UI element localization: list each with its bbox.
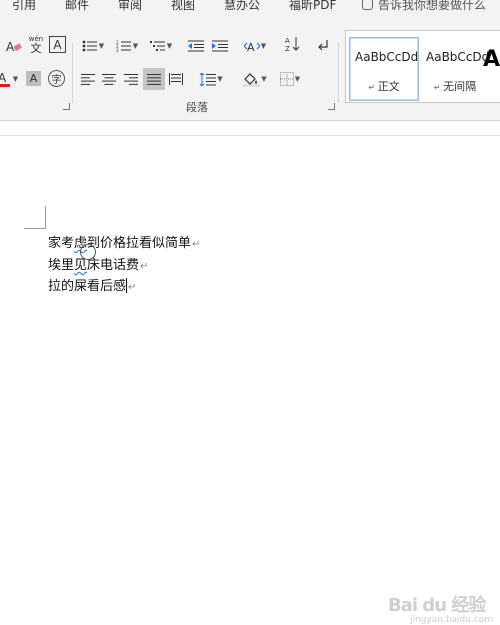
tab-review[interactable]: 审阅 [118, 0, 142, 13]
increase-indent-button[interactable] [210, 37, 230, 55]
chevron-down-icon: ▼ [260, 42, 267, 50]
font-dialog-launcher-icon[interactable] [63, 103, 70, 110]
chevron-down-icon: ▼ [12, 75, 19, 83]
phonetic-guide-button[interactable]: wén 文 [26, 35, 46, 55]
align-left-icon [81, 73, 95, 85]
svg-text:A: A [247, 41, 255, 53]
increase-indent-icon [212, 40, 228, 52]
justify-button[interactable] [143, 68, 165, 90]
tab-huibangong[interactable]: 慧办公 [224, 0, 260, 13]
document-page[interactable]: 家考虑到价格拉看似简单↵ 埃里见床电话费↵ 拉的屎看后感 ↵ Bai du 经验 j… [0, 136, 500, 625]
chinese-layout-button[interactable]: A ▼ [241, 37, 269, 55]
chevron-down-icon: ▼ [294, 75, 301, 83]
style-no-spacing[interactable]: AaBbCcDd ↵ 无间隔 [420, 37, 490, 101]
line-spacing-button[interactable]: ▼ [196, 70, 226, 88]
decrease-indent-icon [188, 40, 204, 52]
multilevel-list-icon [149, 41, 165, 51]
character-shading-button[interactable]: A [26, 71, 41, 86]
tell-me-search[interactable]: 告诉我你想要做什么 [362, 0, 486, 13]
tab-references[interactable]: 引用 [12, 0, 36, 13]
chevron-down-icon: ▼ [132, 42, 139, 50]
style-name: ↵ 无间隔 [433, 80, 477, 93]
shading-button[interactable]: ▼ [240, 70, 270, 88]
chevron-down-icon: ▼ [166, 42, 173, 50]
show-formatting-marks-button[interactable] [314, 37, 332, 55]
phonetic-char: 文 [30, 42, 42, 55]
numbering-icon: 1 2 3 [116, 40, 131, 52]
document-line-1[interactable]: 家考虑到价格拉看似简单↵ [48, 232, 200, 251]
font-color-button[interactable]: A ▼ [0, 70, 20, 88]
spelling-squiggle: 见 [74, 258, 88, 273]
tab-mailings[interactable]: 邮件 [65, 0, 89, 13]
font-color-icon: A [0, 71, 10, 87]
align-right-button[interactable] [122, 70, 140, 88]
paragraph-mark: ↵ [128, 282, 137, 293]
ribbon: A wén 文 A A ▼ A 字 ▼ 1 2 3 ▼ ▼ A ▼ A Z ▼ … [0, 15, 500, 121]
chevron-down-icon: ▼ [98, 42, 105, 50]
decrease-indent-button[interactable] [186, 37, 206, 55]
chevron-down-icon: ▼ [261, 75, 267, 83]
svg-text:A: A [0, 71, 7, 85]
style-sample: AaBbCcDd [426, 50, 490, 64]
borders-icon [279, 72, 294, 86]
chinese-layout-icon: A [243, 41, 260, 53]
mouse-cursor-icon [80, 244, 96, 260]
borders-button[interactable]: ▼ [275, 70, 305, 88]
clear-formatting-button[interactable]: A [4, 37, 24, 55]
bullets-button[interactable]: ▼ [79, 37, 107, 55]
tab-foxit-pdf[interactable]: 福昕PDF [289, 0, 336, 13]
character-border-button[interactable]: A [49, 36, 66, 53]
line-spacing-icon [199, 72, 217, 86]
ribbon-tabs: 引用 邮件 审阅 视图 慧办公 福昕PDF 告诉我你想要做什么 [0, 0, 500, 15]
document-line-3[interactable]: 拉的屎看后感 ↵ [48, 275, 136, 294]
sort-button[interactable]: A Z [284, 35, 302, 53]
style-heading-preview[interactable]: A [483, 47, 500, 72]
svg-text:Z: Z [285, 45, 290, 52]
numbering-button[interactable]: 1 2 3 ▼ [113, 37, 141, 55]
align-left-button[interactable] [79, 70, 97, 88]
group-divider [72, 43, 73, 103]
paragraph-mark: ↵ [140, 261, 149, 272]
document-line-2[interactable]: 埃里见床电话费↵ [48, 254, 148, 273]
text-cursor [126, 278, 128, 293]
lightbulb-icon [362, 0, 373, 10]
return-arrow-icon [318, 40, 328, 51]
distributed-button[interactable] [167, 70, 185, 88]
bullets-icon [82, 40, 97, 52]
chevron-down-icon: ▼ [217, 75, 223, 83]
align-center-icon [102, 73, 116, 85]
margin-corner-mark [24, 228, 46, 229]
svg-text:3: 3 [116, 48, 119, 52]
enclose-characters-button[interactable]: 字 [48, 70, 65, 87]
svg-text:A: A [6, 40, 15, 53]
styles-gallery: AaBbCcDd ↵ 正文 AaBbCcDd ↵ 无间隔 [345, 30, 500, 103]
eraser-icon: A [6, 40, 22, 53]
paragraph-group-label: 段落 [186, 101, 208, 114]
tell-me-text: 告诉我你想要做什么 [378, 0, 487, 12]
style-sample: AaBbCcDd [355, 50, 419, 64]
paint-bucket-icon [244, 72, 260, 87]
style-normal[interactable]: AaBbCcDd ↵ 正文 [349, 37, 419, 101]
watermark-logo: Bai du 经验 jingyan.baidu.com [388, 595, 494, 625]
margin-corner-mark [45, 206, 46, 228]
distributed-icon [169, 73, 183, 85]
paragraph-mark: ↵ [192, 239, 201, 250]
justify-icon [147, 73, 161, 85]
group-divider [338, 43, 339, 103]
multilevel-list-button[interactable]: ▼ [147, 37, 175, 55]
align-right-icon [124, 73, 138, 85]
tab-view[interactable]: 视图 [171, 0, 195, 13]
sort-icon: A Z [285, 37, 300, 52]
paragraph-dialog-launcher-icon[interactable] [328, 103, 335, 110]
svg-text:A: A [285, 37, 290, 45]
style-name: ↵ 正文 [368, 80, 400, 93]
align-center-button[interactable] [100, 70, 118, 88]
